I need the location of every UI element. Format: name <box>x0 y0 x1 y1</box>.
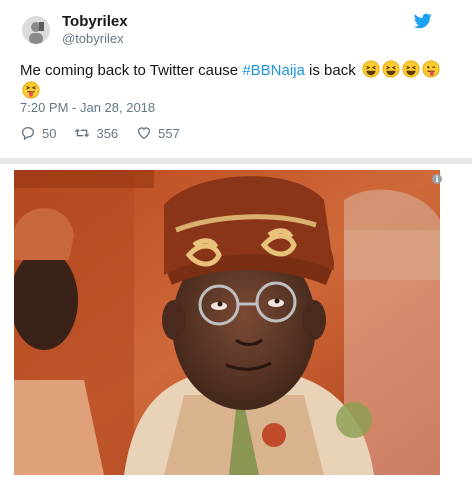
hashtag-link[interactable]: #BBNaija <box>242 62 305 79</box>
tweet-text-after: is back <box>304 62 356 79</box>
tweet-text: Me coming back to Twitter cause #BBNaija… <box>20 60 440 102</box>
tweet-text-before: Me coming back to Twitter cause <box>20 62 243 79</box>
retweet-icon <box>75 128 90 138</box>
tweet-card: Tobyrilex @tobyrilex Me coming back to T… <box>0 0 472 158</box>
retweet-button[interactable]: 356 <box>74 125 118 141</box>
tweet-actions: 50 356 557 <box>20 124 180 142</box>
avatar[interactable] <box>22 16 50 44</box>
grinning-squinting-face-icon <box>402 60 420 78</box>
grinning-squinting-face-icon <box>382 60 400 78</box>
info-icon[interactable]: i <box>432 174 442 184</box>
winking-face-with-tongue-icon <box>422 60 440 78</box>
like-button[interactable]: 557 <box>136 125 180 141</box>
display-name[interactable]: Tobyrilex <box>62 13 128 30</box>
twitter-bird-icon[interactable] <box>414 13 432 29</box>
user-handle[interactable]: @tobyrilex <box>62 31 124 46</box>
grinning-squinting-face-icon <box>362 60 380 78</box>
retweet-count: 356 <box>96 125 119 141</box>
photo-illustration <box>14 170 440 475</box>
embedded-photo[interactable] <box>14 170 440 475</box>
reply-icon <box>21 126 35 141</box>
reply-count: 50 <box>42 125 57 141</box>
like-count: 557 <box>158 125 180 141</box>
squinting-face-with-tongue-icon <box>22 81 40 99</box>
heart-icon <box>138 127 151 140</box>
reply-button[interactable]: 50 <box>20 125 56 141</box>
tweet-timestamp[interactable]: 7:20 PM - Jan 28, 2018 <box>20 100 155 115</box>
media-container: i <box>0 164 472 483</box>
